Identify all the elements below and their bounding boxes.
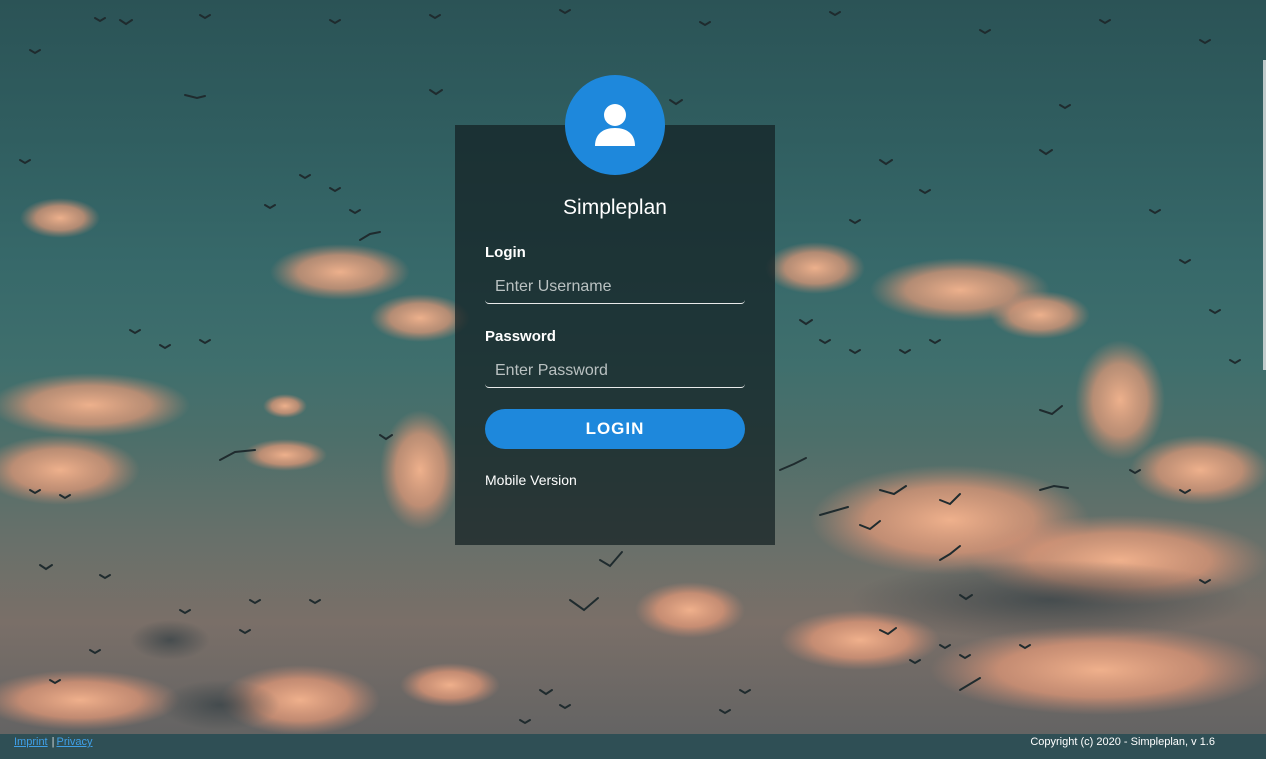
user-icon <box>595 104 635 146</box>
username-input[interactable] <box>485 270 745 304</box>
privacy-link[interactable]: Privacy <box>56 736 92 748</box>
app-title: Simpleplan <box>563 196 667 219</box>
login-button[interactable]: LOGIN <box>485 409 745 449</box>
footer-separator: | <box>51 736 55 748</box>
password-input[interactable] <box>485 354 745 388</box>
password-label: Password <box>485 328 556 345</box>
footer: Imprint | Privacy Copyright (c) 2020 - Sim… <box>0 734 1266 759</box>
imprint-link[interactable]: Imprint <box>14 736 48 748</box>
avatar <box>565 75 665 175</box>
copyright-text: Copyright (c) 2020 - Simpleplan, v 1.6 <box>1030 736 1215 748</box>
mobile-version-link[interactable]: Mobile Version <box>485 472 577 488</box>
footer-links: Imprint | Privacy <box>14 736 93 748</box>
username-label: Login <box>485 244 526 261</box>
